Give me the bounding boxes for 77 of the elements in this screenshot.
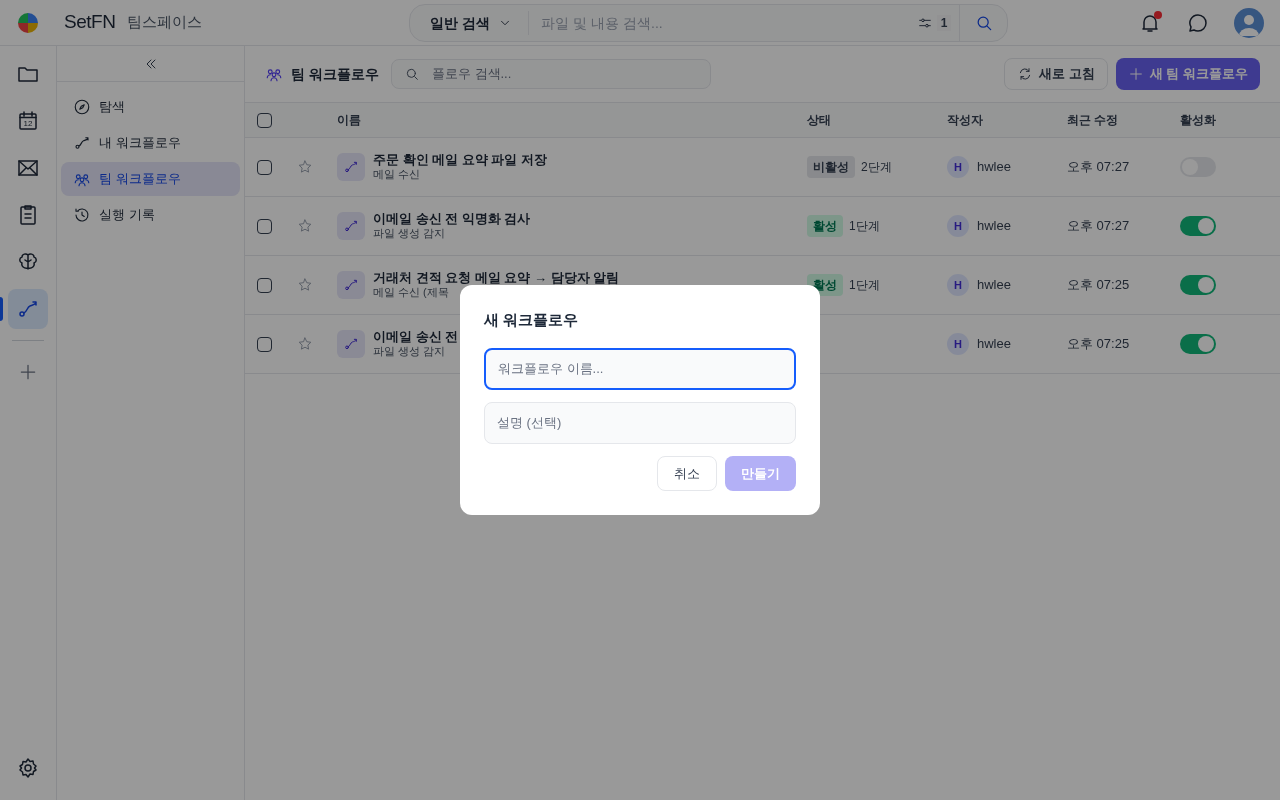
author-avatar: H <box>947 274 969 296</box>
history-icon <box>73 206 91 224</box>
workflow-name: 거래처 견적 요청 메일 요약 → 담당자 알림 <box>373 270 620 287</box>
author-name: hwlee <box>977 335 1011 354</box>
row-checkbox[interactable] <box>257 277 272 293</box>
modified-time: 오후 07:27 <box>1067 159 1130 175</box>
plus-icon <box>18 362 38 382</box>
author-avatar: H <box>947 156 969 178</box>
author-name: hwlee <box>977 158 1011 177</box>
sidebar-item[interactable]: 실행 기록 <box>61 198 240 232</box>
modified-time: 오후 07:25 <box>1067 336 1130 352</box>
sidebar-item[interactable]: 내 워크플로우 <box>61 126 240 160</box>
settings-icon <box>16 756 40 780</box>
workflow-trigger: 메일 수신 <box>373 168 422 182</box>
step-count: 2단계 <box>861 159 892 176</box>
author-name: hwlee <box>977 217 1011 236</box>
plus-icon <box>1127 66 1144 82</box>
workflow-icon <box>73 134 91 152</box>
status-badge: 활성 <box>807 215 843 237</box>
author-avatar: H <box>947 333 969 355</box>
page-title: 팀 워크플로우 <box>291 64 379 84</box>
refresh-button[interactable]: 새로 고침 <box>1004 58 1108 90</box>
workflow-name: 이메일 송신 전 익명화 검사 <box>373 211 531 228</box>
workflow-name: 이메일 송신 전 <box>373 329 459 346</box>
sidebar-item[interactable]: 팀 워크플로우 <box>61 162 240 196</box>
star-icon[interactable] <box>297 336 313 352</box>
workflow-icon <box>343 159 359 175</box>
logo-icon <box>16 10 40 35</box>
select-all-checkbox[interactable] <box>257 112 272 128</box>
flow-search-field[interactable]: 플로우 검색... <box>390 59 711 89</box>
row-checkbox[interactable] <box>257 159 272 175</box>
workflow-name: 주문 확인 메일 요약 파일 저장 <box>373 152 548 169</box>
workflow-icon <box>343 336 359 352</box>
enable-toggle[interactable] <box>1180 275 1216 295</box>
search-field[interactable]: 파일 및 내용 검색... <box>529 12 909 33</box>
column-header: 상태 <box>807 113 831 127</box>
filter-button[interactable]: 1 <box>908 14 960 31</box>
description-field[interactable]: 설명 (선택) <box>484 401 796 444</box>
compass-icon <box>73 98 91 116</box>
search-mode-dropdown[interactable]: 일반 검색 <box>410 10 530 35</box>
status-badge: 비활성 <box>807 156 855 178</box>
workflow-name-field[interactable]: 워크플로우 이름... <box>484 347 796 390</box>
enable-toggle[interactable] <box>1180 334 1216 354</box>
modified-time: 오후 07:25 <box>1067 277 1130 293</box>
column-header: 이름 <box>337 113 361 127</box>
calendar-day: 12 <box>23 120 33 128</box>
column-header: 최근 수정 <box>1067 113 1119 127</box>
star-icon[interactable] <box>297 159 313 175</box>
sidebar-item[interactable]: 탐색 <box>61 90 240 124</box>
calendar-icon <box>16 109 40 133</box>
workflow-trigger: 메일 수신 (제목 <box>373 286 450 300</box>
rail-button[interactable]: 12 <box>8 101 48 141</box>
step-count: 1단계 <box>849 277 880 294</box>
cancel-button[interactable]: 취소 <box>657 455 717 491</box>
new-team-workflow-button[interactable]: 새 팀 워크플로우 <box>1115 58 1260 90</box>
dialog-title: 새 워크플로우 <box>484 310 580 331</box>
step-count: 1단계 <box>849 218 880 235</box>
rail-button[interactable] <box>8 289 48 329</box>
column-header: 작성자 <box>947 113 983 127</box>
workflow-icon <box>343 277 359 293</box>
flow-search-input[interactable]: 플로우 검색... <box>431 64 698 84</box>
workflow-trigger: 파일 생성 감지 <box>373 227 447 241</box>
workflow-trigger: 파일 생성 감지 <box>373 345 447 359</box>
workspace-name: 팀스페이스 <box>127 12 203 33</box>
column-header: 활성화 <box>1180 113 1216 127</box>
enable-toggle[interactable] <box>1180 216 1216 236</box>
search-bar[interactable]: 일반 검색 파일 및 내용 검색... 1 <box>409 3 1009 42</box>
brand-name: SetFN <box>64 10 116 35</box>
row-checkbox[interactable] <box>257 336 272 352</box>
author-avatar: H <box>947 215 969 237</box>
star-icon[interactable] <box>297 277 313 293</box>
user-avatar[interactable] <box>1234 7 1264 38</box>
row-checkbox[interactable] <box>257 218 272 234</box>
workflow-icon <box>343 218 359 234</box>
modified-time: 오후 07:27 <box>1067 218 1130 234</box>
star-icon[interactable] <box>297 218 313 234</box>
author-name: hwlee <box>977 276 1011 295</box>
